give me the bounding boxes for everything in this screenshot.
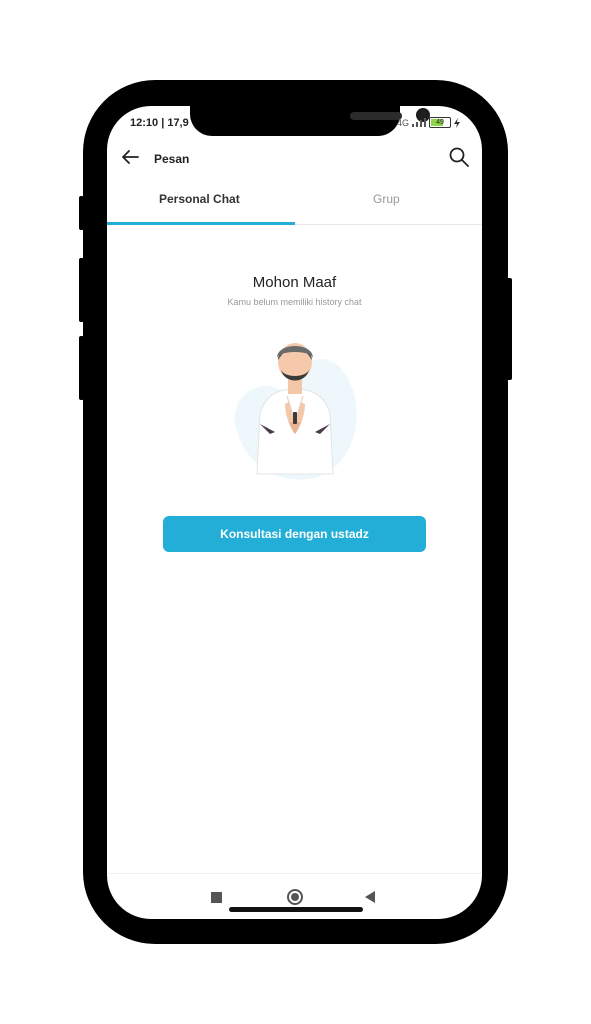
konsultasi-button[interactable]: Konsultasi dengan ustadz (163, 516, 426, 552)
home-indicator[interactable] (229, 907, 363, 912)
status-icons: 4G 49 (397, 117, 460, 128)
search-icon[interactable] (448, 146, 470, 168)
app-header: Pesan (107, 144, 482, 174)
charging-icon (454, 117, 460, 128)
phone-volume-down (79, 336, 84, 400)
tab-active-indicator (107, 222, 295, 225)
network-label: 4G (396, 117, 409, 128)
screen: 12:10 | 17,9 4G 49 Pesan Personal Chat G… (107, 106, 482, 919)
arrow-left-icon[interactable] (121, 147, 141, 167)
praying-man-illustration (234, 343, 357, 480)
system-nav-bar (107, 873, 482, 919)
home-icon[interactable] (287, 889, 303, 905)
empty-state-title: Mohon Maaf (252, 274, 337, 291)
tab-personal-chat[interactable]: Personal Chat (159, 192, 240, 206)
page-title: Pesan (154, 152, 190, 166)
status-time: 12:10 | 17,9 (130, 117, 189, 129)
speaker (350, 112, 402, 120)
battery-level: 49 (436, 119, 444, 126)
empty-state-subtitle: Kamu belum memiliki history chat (227, 297, 362, 307)
tab-grup[interactable]: Grup (373, 192, 400, 206)
back-triangle-icon[interactable] (365, 891, 375, 903)
tab-bar: Personal Chat Grup (107, 182, 482, 225)
recent-apps-icon[interactable] (211, 892, 222, 903)
signal-icon (412, 118, 426, 127)
battery-icon: 49 (429, 117, 451, 128)
phone-side-button (79, 196, 84, 230)
phone-volume-up (79, 258, 84, 322)
notch (190, 106, 430, 136)
phone-power-button (507, 278, 512, 380)
